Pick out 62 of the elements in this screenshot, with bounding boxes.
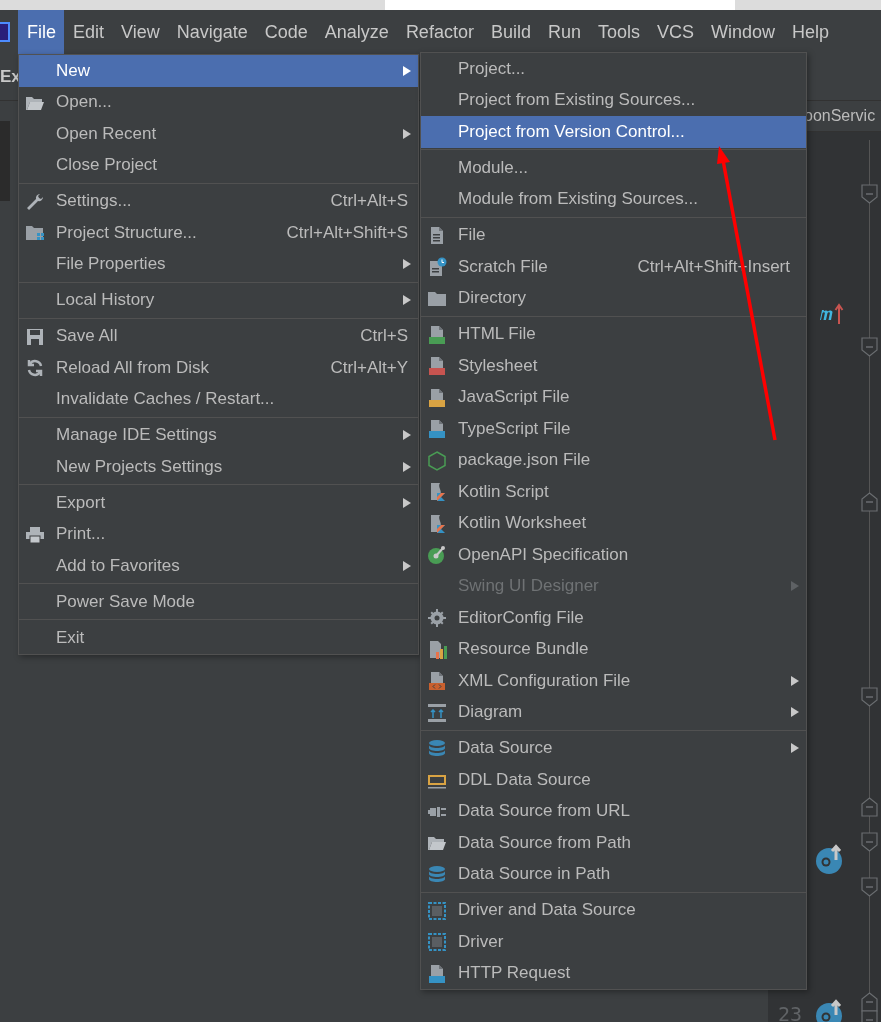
menu-bar-item[interactable]: File (18, 10, 64, 54)
menu-item[interactable]: Exit (19, 622, 418, 654)
menu-item[interactable]: Driver and Data Source (421, 894, 806, 926)
menu-item[interactable]: TypeScript File (421, 413, 806, 445)
menu-bar-item[interactable]: VCS (648, 10, 702, 54)
menu-bar-item[interactable]: Run (538, 10, 589, 54)
menu-item[interactable]: Project Structure... Ctrl+Alt+Shift+S (19, 217, 418, 249)
menu-item[interactable]: Manage IDE Settings (19, 419, 418, 451)
menu-item[interactable]: Add to Favorites (19, 550, 418, 582)
menu-item[interactable]: Save All Ctrl+S (19, 320, 418, 352)
menu-item[interactable]: EditorConfig File (421, 602, 806, 634)
menu-item[interactable]: Data Source (421, 732, 806, 764)
menu-item[interactable]: Project from Existing Sources... (421, 84, 806, 116)
menu-item[interactable]: Project from Version Control... (421, 116, 806, 148)
menu-bar-item[interactable]: Tools (588, 10, 648, 54)
menu-item[interactable]: Invalidate Caches / Restart... (19, 383, 418, 415)
shortcut-label: Ctrl+Alt+Y (330, 357, 408, 378)
menu-item[interactable]: Open... (19, 86, 418, 118)
shortcut-label: Ctrl+S (360, 326, 408, 347)
menu-item[interactable]: Print... (19, 518, 418, 550)
menu-item[interactable]: Open Recent (19, 118, 418, 150)
menu-item[interactable]: Reload All from Disk Ctrl+Alt+Y (19, 352, 418, 384)
menu-item[interactable]: DDL Data Source (421, 764, 806, 796)
menu-item[interactable]: Directory (421, 282, 806, 314)
menu-item[interactable]: Data Source from URL (421, 795, 806, 827)
menu-item[interactable]: Settings... Ctrl+Alt+S (19, 185, 418, 217)
menu-item[interactable]: HTTP Request (421, 957, 806, 989)
menu-item[interactable]: Local History (19, 284, 418, 316)
menu-bar-item[interactable]: Edit (64, 10, 113, 54)
menu-item[interactable]: package.json File (421, 444, 806, 476)
menu-item[interactable]: HTML File (421, 318, 806, 350)
menu-bar-item[interactable]: View (112, 10, 168, 54)
menu-item[interactable]: Driver (421, 926, 806, 958)
menu-item[interactable]: Kotlin Worksheet (421, 507, 806, 539)
menu-bar-item[interactable]: Build (481, 10, 539, 54)
menu-item[interactable]: File (421, 219, 806, 251)
menu-item[interactable]: New Projects Settings (19, 451, 418, 483)
menu-item[interactable]: JavaScript File (421, 381, 806, 413)
menu-item[interactable]: New (19, 55, 418, 87)
menu-bar-item[interactable]: Refactor (396, 10, 482, 54)
menu-item[interactable]: Export (19, 487, 418, 519)
menu-item[interactable]: Module... (421, 152, 806, 184)
menu-item[interactable]: XML Configuration File (421, 665, 806, 697)
menu-item[interactable]: Data Source in Path (421, 858, 806, 890)
menu-item[interactable]: File Properties (19, 248, 418, 280)
menu-item[interactable]: Module from Existing Sources... (421, 183, 806, 215)
menu-item[interactable]: Close Project (19, 149, 418, 181)
menu-bar-item[interactable]: Help (783, 10, 830, 54)
menu-item[interactable]: Project... (421, 53, 806, 85)
menu-bar-item[interactable]: Navigate (167, 10, 256, 54)
menu-item[interactable]: Stylesheet (421, 350, 806, 382)
menu-item[interactable]: Resource Bundle (421, 633, 806, 665)
menu-bar-item[interactable]: Window (702, 10, 784, 54)
menu-bar-item[interactable]: Code (255, 10, 316, 54)
menu-item[interactable]: Kotlin Script (421, 476, 806, 508)
menu-item[interactable]: OpenAPI Specification (421, 539, 806, 571)
menu-item[interactable]: Power Save Mode (19, 586, 418, 618)
menu-item[interactable]: Data Source from Path (421, 827, 806, 859)
shortcut-label: Ctrl+Alt+S (330, 191, 408, 212)
shortcut-label: Ctrl+Alt+Shift+S (286, 222, 408, 243)
menu-item[interactable]: Diagram (421, 696, 806, 728)
menu-bar-item[interactable]: Analyze (315, 10, 397, 54)
